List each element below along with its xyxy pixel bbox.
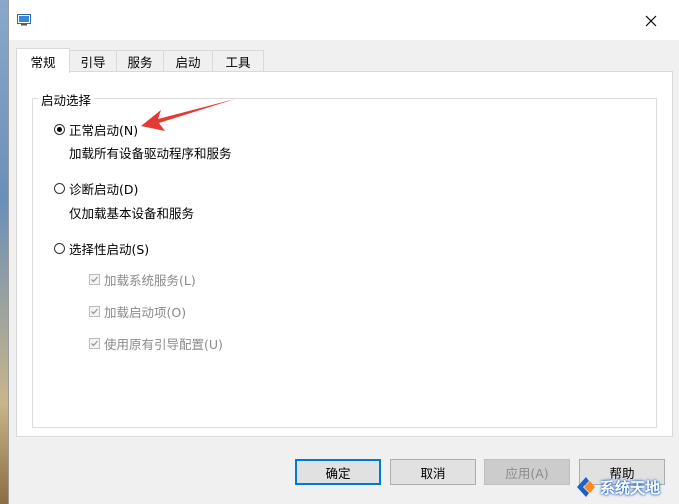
tab-general[interactable]: 常规 xyxy=(16,48,70,73)
use-original-boot-config-checkbox[interactable]: 使用原有引导配置(U) xyxy=(89,334,223,353)
diagnostic-startup-label: 诊断启动(D) xyxy=(69,182,139,197)
tab-boot[interactable]: 引导 xyxy=(69,50,117,72)
site-watermark: 系统天地 xyxy=(574,470,679,504)
radio-indicator xyxy=(54,243,65,254)
tab-services[interactable]: 服务 xyxy=(116,50,164,72)
close-button[interactable] xyxy=(629,6,673,36)
radio-indicator xyxy=(54,124,65,135)
checkmark-icon xyxy=(91,340,98,347)
title-bar xyxy=(9,0,679,40)
load-system-services-label: 加载系统服务(L) xyxy=(104,273,196,288)
normal-startup-radio[interactable]: 正常启动(N) xyxy=(54,120,138,139)
checkmark-icon xyxy=(91,276,98,283)
startup-selection-label: 启动选择 xyxy=(38,90,95,109)
checkbox-indicator xyxy=(89,338,100,349)
load-startup-items-checkbox[interactable]: 加载启动项(O) xyxy=(89,302,186,321)
checkmark-icon xyxy=(91,308,98,315)
apply-button[interactable]: 应用(A) xyxy=(484,459,570,485)
diagnostic-startup-description: 仅加载基本设备和服务 xyxy=(69,206,195,221)
watermark-text: 系统天地 xyxy=(600,478,661,497)
system-configuration-dialog: 常规 引导 服务 启动 工具 启动选择 正常启动(N) 加载所有设备驱动程序和服… xyxy=(8,0,679,504)
selective-startup-label: 选择性启动(S) xyxy=(69,242,150,257)
normal-startup-label: 正常启动(N) xyxy=(69,123,139,138)
radio-indicator xyxy=(54,183,65,194)
tab-startup[interactable]: 启动 xyxy=(163,50,213,72)
general-tab-panel: 启动选择 正常启动(N) 加载所有设备驱动程序和服务 诊断启动(D) 仅加载基本… xyxy=(16,71,673,437)
use-original-boot-config-label: 使用原有引导配置(U) xyxy=(104,337,223,352)
system-config-icon xyxy=(17,14,31,26)
red-arrow-annotation xyxy=(141,99,235,131)
diagnostic-startup-radio[interactable]: 诊断启动(D) xyxy=(54,179,138,198)
cancel-button[interactable]: 取消 xyxy=(390,459,476,485)
normal-startup-description: 加载所有设备驱动程序和服务 xyxy=(69,146,232,161)
close-icon xyxy=(645,15,657,27)
selective-startup-radio[interactable]: 选择性启动(S) xyxy=(54,239,149,258)
tab-tools[interactable]: 工具 xyxy=(212,50,264,72)
checkbox-indicator xyxy=(89,274,100,285)
load-system-services-checkbox[interactable]: 加载系统服务(L) xyxy=(89,270,196,289)
checkbox-indicator xyxy=(89,306,100,317)
load-startup-items-label: 加载启动项(O) xyxy=(104,305,187,320)
ok-button[interactable]: 确定 xyxy=(295,459,381,485)
watermark-logo-icon xyxy=(577,477,595,497)
